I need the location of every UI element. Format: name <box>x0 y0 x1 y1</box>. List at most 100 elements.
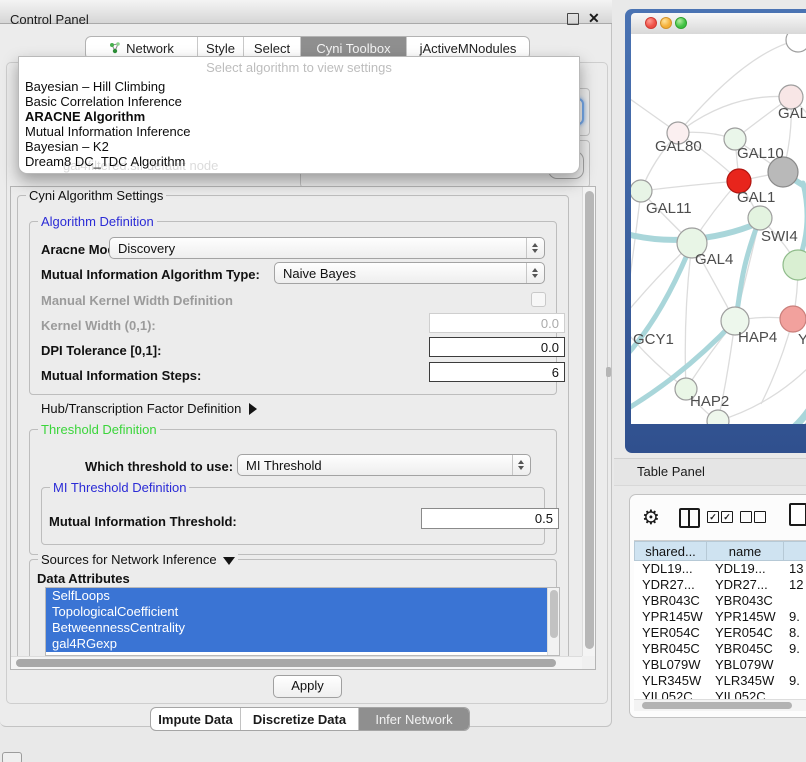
column-header[interactable]: shared... <box>634 541 707 561</box>
tab-discretize-data[interactable]: Discretize Data <box>241 708 359 730</box>
list-scrollbar[interactable] <box>547 588 559 655</box>
float-window-icon[interactable] <box>567 13 579 25</box>
control-panel-title: Control Panel <box>10 12 89 27</box>
table-row[interactable]: YLR345WYLR345W9. <box>634 673 806 689</box>
hub-definition-toggle[interactable]: Hub/Transcription Factor Definition <box>41 401 257 416</box>
table-row[interactable]: YER054CYER054C8. <box>634 625 806 641</box>
cyni-algorithm-settings-title: Cyni Algorithm Settings <box>26 188 166 203</box>
mi-threshold-label: Mutual Information Threshold: <box>49 514 237 529</box>
sources-group-title[interactable]: Sources for Network Inference <box>38 552 238 567</box>
network-graph: GAL GAL80 GAL10 GAL1 GAL11 SWI4 GAL4 GCY… <box>631 34 806 424</box>
which-threshold-value: MI Threshold <box>246 458 322 473</box>
attribute-item[interactable]: gal4RGexp <box>46 636 549 652</box>
table-row[interactable]: YDR27...YDR27...12 <box>634 577 806 593</box>
bottom-tabbar: Impute Data Discretize Data Infer Networ… <box>150 707 470 731</box>
algorithm-popup-placeholder: Select algorithm to view settings <box>19 60 579 75</box>
node-pink-right[interactable] <box>780 306 806 332</box>
node-gal11[interactable] <box>631 180 652 202</box>
node-label: GAL <box>778 105 806 122</box>
zoom-traffic-light-icon[interactable] <box>675 17 687 29</box>
node-green-right[interactable] <box>783 250 806 280</box>
unchecked-checkbox-icon[interactable] <box>754 511 766 523</box>
manual-kernel-checkbox[interactable] <box>531 292 546 307</box>
columns-icon[interactable] <box>679 508 700 528</box>
node-label: SWI4 <box>761 228 798 245</box>
splitpane-handle[interactable] <box>606 367 611 377</box>
table-row[interactable]: YDL19...YDL19...13 <box>634 561 806 577</box>
attribute-item[interactable]: TopologicalCoefficient <box>46 604 549 620</box>
node-label: GAL4 <box>695 251 733 268</box>
expand-right-icon <box>249 403 257 415</box>
attribute-item[interactable]: SelfLoops <box>46 588 549 604</box>
close-icon[interactable]: ✕ <box>588 10 600 27</box>
checked-checkbox-icon[interactable]: ✓ <box>721 511 733 523</box>
table-horizontal-scrollbar-thumb[interactable] <box>642 702 792 709</box>
table-horizontal-scrollbar[interactable] <box>634 699 806 711</box>
which-threshold-select[interactable]: MI Threshold <box>237 454 531 476</box>
manual-kernel-label: Manual Kernel Width Definition <box>41 293 233 308</box>
node-swi4[interactable] <box>748 206 772 230</box>
algorithm-option[interactable]: Bayesian – Hill Climbing <box>25 79 573 94</box>
table-panel-header[interactable]: Table Panel <box>614 458 806 486</box>
column-header[interactable] <box>784 541 806 561</box>
column-header[interactable]: name <box>707 541 784 561</box>
page-icon[interactable] <box>789 503 806 526</box>
table-row[interactable]: YBR045CYBR045C9. <box>634 641 806 657</box>
gear-icon[interactable]: ⚙ <box>642 505 660 529</box>
algorithm-option[interactable]: Mutual Information Inference <box>25 124 573 139</box>
tab-infer-network[interactable]: Infer Network <box>359 708 469 730</box>
unchecked-checkbox-icon[interactable] <box>740 511 752 523</box>
ghost-text-behind-popup: gal4filtered.sif default node <box>63 158 218 173</box>
node-label: GAL11 <box>646 200 692 217</box>
data-attributes-list[interactable]: SelfLoops TopologicalCoefficient Between… <box>45 587 560 656</box>
algorithm-option[interactable]: Bayesian – K2 <box>25 139 573 154</box>
checked-checkbox-icon[interactable]: ✓ <box>707 511 719 523</box>
control-panel-titlebar[interactable] <box>0 0 612 24</box>
network-icon <box>109 42 121 54</box>
algorithm-definition-title: Algorithm Definition <box>38 214 157 229</box>
tab-network-label: Network <box>126 41 174 56</box>
node-label: GAL1 <box>737 189 775 206</box>
settings-horizontal-scrollbar[interactable] <box>11 656 582 669</box>
table-row[interactable]: YBL079WYBL079W <box>634 657 806 673</box>
dpi-tolerance-input[interactable]: 0.0 <box>429 337 565 357</box>
node-bottom-partial[interactable] <box>707 410 729 424</box>
apply-button[interactable]: Apply <box>273 675 342 698</box>
algorithm-option[interactable]: Basic Correlation Inference <box>25 94 573 109</box>
tab-impute-data[interactable]: Impute Data <box>151 708 241 730</box>
table-toolbar: ⚙ ✓ ✓ <box>630 495 806 539</box>
node-label: Y <box>798 331 806 348</box>
settings-vertical-scrollbar-thumb[interactable] <box>585 191 594 649</box>
bottom-left-button-fragment[interactable] <box>2 752 22 762</box>
node-unlabeled[interactable] <box>786 34 806 52</box>
stepper-arrows-icon <box>532 243 538 253</box>
mi-type-select[interactable]: Naive Bayes <box>274 262 545 284</box>
network-window-titlebar[interactable] <box>631 13 806 35</box>
table-row[interactable]: YPR145WYPR145W9. <box>634 609 806 625</box>
scrollbar-corner <box>582 656 595 669</box>
sources-title-text: Sources for Network Inference <box>41 552 217 567</box>
close-traffic-light-icon[interactable] <box>645 17 657 29</box>
mi-threshold-input[interactable]: 0.5 <box>421 508 559 529</box>
hub-definition-label: Hub/Transcription Factor Definition <box>41 401 241 416</box>
network-canvas[interactable]: GAL GAL80 GAL10 GAL1 GAL11 SWI4 GAL4 GCY… <box>631 34 806 424</box>
attribute-item[interactable]: BetweennessCentrality <box>46 620 549 636</box>
settings-viewport: Cyni Algorithm Settings Algorithm Defini… <box>10 186 596 670</box>
threshold-definition-title: Threshold Definition <box>38 422 160 437</box>
collapse-down-icon <box>223 557 235 565</box>
table-row[interactable]: YBR043CYBR043C <box>634 593 806 609</box>
settings-horizontal-scrollbar-thumb[interactable] <box>16 659 556 667</box>
algorithm-option-selected[interactable]: ARACNE Algorithm <box>25 109 573 124</box>
kernel-width-input[interactable]: 0.0 <box>429 313 565 333</box>
table-header-row: shared... name <box>634 541 806 561</box>
node-label: GAL10 <box>737 145 784 162</box>
kernel-width-label: Kernel Width (0,1): <box>41 318 156 333</box>
node-label: GCY1 <box>633 331 674 348</box>
settings-vertical-scrollbar[interactable] <box>582 187 595 656</box>
aracne-mode-select[interactable]: Discovery <box>109 237 545 259</box>
minimize-traffic-light-icon[interactable] <box>660 17 672 29</box>
list-scrollbar-thumb[interactable] <box>550 590 558 638</box>
mi-threshold-group-title: MI Threshold Definition <box>50 480 189 495</box>
mi-steps-input[interactable]: 6 <box>429 362 565 382</box>
stepper-arrows-icon <box>532 268 538 278</box>
